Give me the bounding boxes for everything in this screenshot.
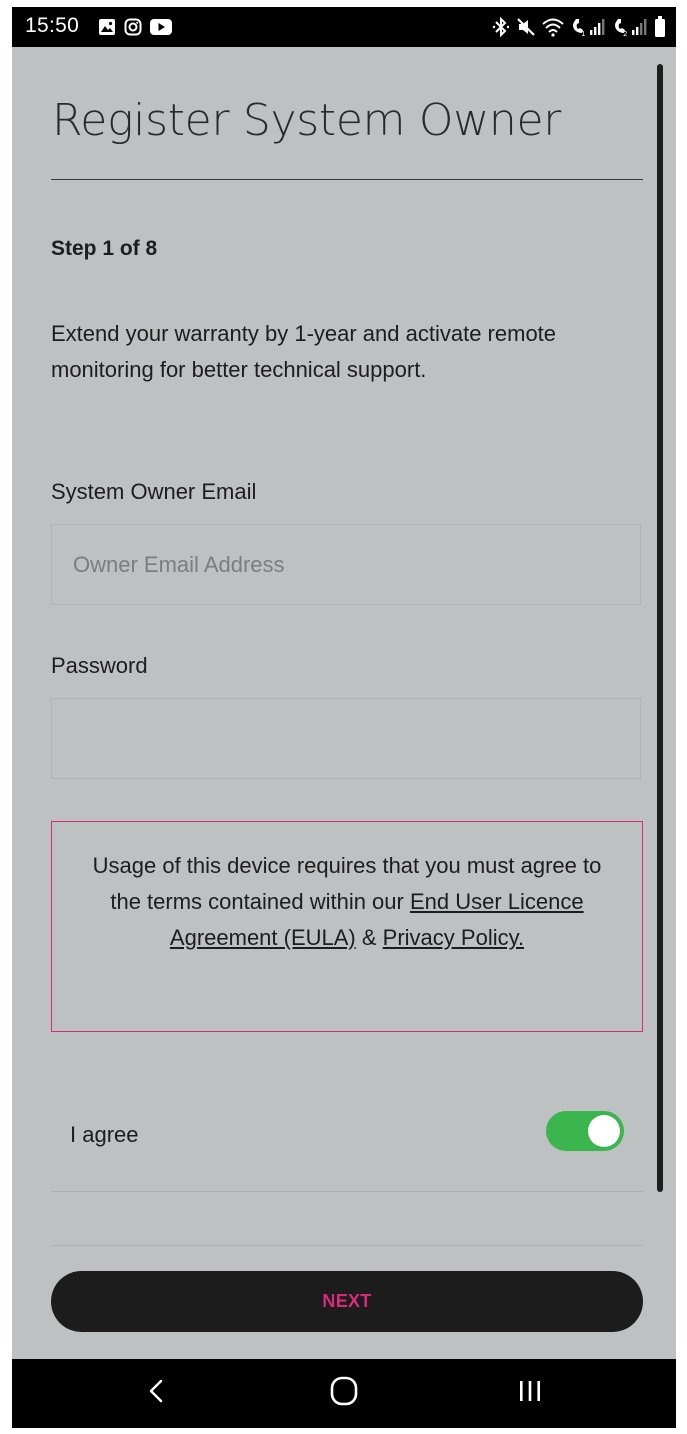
app-screen: 15:50 1 2 Register System Owner Step 1 o… [12, 7, 676, 1428]
scrollbar[interactable] [657, 64, 663, 1192]
back-icon [149, 1379, 163, 1408]
recents-icon [518, 1379, 542, 1408]
status-bar: 15:50 1 2 [12, 7, 676, 47]
title-divider [51, 179, 643, 180]
email-label: System Owner Email [51, 479, 257, 504]
eula-separator: & [355, 925, 383, 950]
home-button[interactable] [294, 1359, 394, 1428]
status-right-icons: 1 2 [492, 15, 666, 39]
status-left-icons [98, 16, 172, 38]
status-time: 15:50 [25, 14, 80, 37]
home-icon [330, 1376, 358, 1411]
mute-icon [516, 17, 536, 37]
password-field[interactable] [51, 698, 641, 779]
toggle-knob [588, 1115, 620, 1147]
gallery-icon [98, 18, 116, 36]
agree-label: I agree [70, 1122, 139, 1147]
recents-button[interactable] [480, 1359, 580, 1428]
volte1-signal-icon: 1 [570, 17, 606, 37]
bluetooth-icon [492, 16, 510, 38]
agree-toggle[interactable] [546, 1111, 624, 1151]
footer-divider [51, 1245, 643, 1246]
back-button[interactable] [106, 1359, 206, 1428]
svg-text:2: 2 [623, 30, 627, 37]
agree-row-divider [51, 1191, 643, 1192]
instagram-icon [124, 18, 142, 36]
privacy-policy-link[interactable]: Privacy Policy. [383, 925, 524, 950]
next-button[interactable]: NEXT [51, 1271, 643, 1332]
intro-text: Extend your warranty by 1-year and activ… [51, 321, 557, 382]
password-label: Password [51, 653, 148, 678]
youtube-icon [150, 19, 172, 35]
navigation-bar [12, 1359, 676, 1428]
page-title: Register System Owner [52, 95, 562, 146]
step-indicator: Step 1 of 8 [51, 237, 158, 260]
battery-icon [654, 16, 666, 38]
email-field[interactable] [51, 524, 641, 605]
volte2-signal-icon: 2 [612, 17, 648, 37]
eula-notice: Usage of this device requires that you m… [51, 821, 643, 1032]
wifi-icon [542, 17, 564, 37]
svg-text:1: 1 [581, 30, 585, 37]
